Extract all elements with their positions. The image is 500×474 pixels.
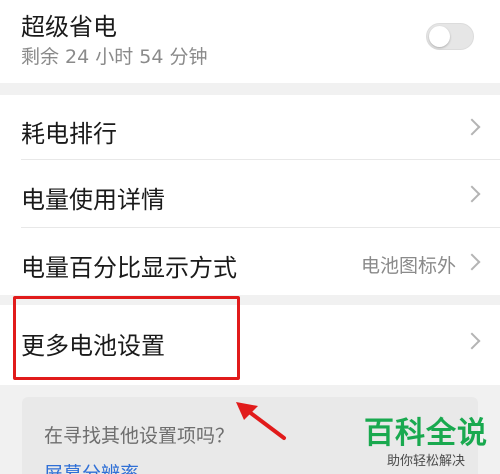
toggle-knob <box>429 26 450 47</box>
super-saver-row[interactable]: 超级省电 剩余 24 小时 54 分钟 <box>0 0 500 83</box>
chevron-right-icon <box>463 185 481 203</box>
menu-item-percentage-display[interactable]: 电量百分比显示方式 电池图标外 <box>0 228 500 295</box>
chevron-right-icon <box>463 332 481 350</box>
watermark-logo-text: 百科全说 <box>364 416 488 451</box>
menu-item-usage-details[interactable]: 电量使用详情 <box>0 160 500 227</box>
menu-item-label: 电量百分比显示方式 <box>21 254 237 282</box>
battery-menu-card: 耗电排行 电量使用详情 电量百分比显示方式 电池图标外 <box>0 95 500 295</box>
watermark: 百科全说 助你轻松解决 <box>364 408 488 469</box>
battery-settings-page: 超级省电 剩余 24 小时 54 分钟 耗电排行 电量使用详情 电量百分比显示方… <box>0 0 500 474</box>
super-saver-toggle[interactable] <box>426 23 474 50</box>
screen-resolution-link[interactable]: 屏幕分辨率 <box>44 459 139 474</box>
chevron-right-icon <box>463 118 481 136</box>
super-saver-title: 超级省电 <box>21 13 117 41</box>
remaining-time: 剩余 24 小时 54 分钟 <box>21 46 208 68</box>
watermark-slogan: 助你轻松解决 <box>386 454 465 469</box>
chevron-right-icon <box>463 253 481 271</box>
highlight-annotation-box <box>13 296 240 380</box>
menu-item-power-ranking[interactable]: 耗电排行 <box>0 95 500 159</box>
menu-item-label: 耗电排行 <box>21 120 117 148</box>
menu-item-label: 电量使用详情 <box>21 186 165 214</box>
percentage-display-value: 电池图标外 <box>360 255 456 277</box>
arrow-annotation-icon <box>236 402 286 440</box>
search-suggestion-prompt: 在寻找其他设置项吗？ <box>44 425 235 447</box>
